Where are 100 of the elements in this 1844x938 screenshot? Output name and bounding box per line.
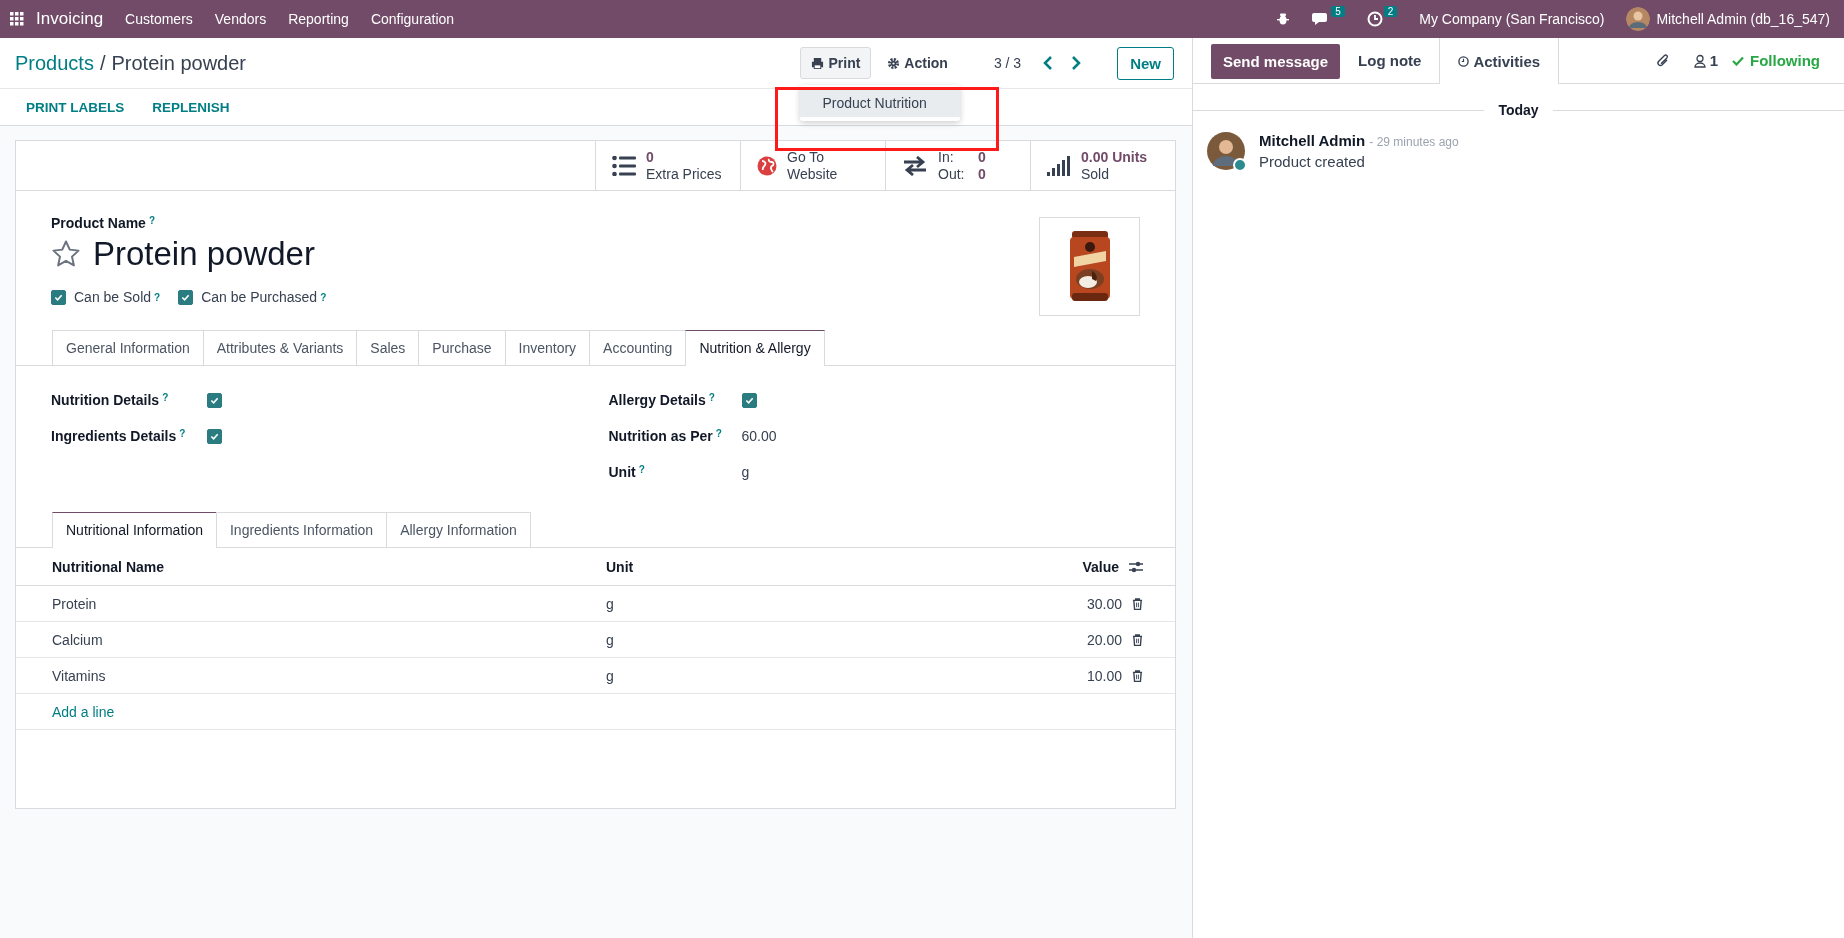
notebook-tab[interactable]: Allergy Information [386, 512, 531, 547]
chevron-left-icon[interactable] [1043, 56, 1054, 70]
trash-icon[interactable] [1132, 597, 1143, 610]
new-button[interactable]: New [1117, 46, 1174, 80]
smart-button[interactable]: Go To Website [740, 141, 885, 190]
chevron-right-icon[interactable] [1071, 56, 1082, 70]
menu-item[interactable]: Vendors [214, 11, 267, 27]
checkbox[interactable] [741, 392, 757, 408]
table-cell-text: g [606, 631, 615, 648]
list-icon [612, 155, 636, 176]
action-button[interactable]: Action [877, 48, 958, 78]
notebook-tab[interactable]: Nutrition & Allergy [685, 330, 825, 366]
checkbox-label: Can be Sold [74, 289, 152, 305]
message-author[interactable]: Mitchell Admin [1259, 132, 1366, 149]
stat-value: 0.00 Units [1081, 148, 1148, 166]
breadcrumb-current: Protein powder [111, 51, 247, 75]
check-icon [210, 395, 219, 405]
menu-item[interactable]: Customers [125, 11, 193, 27]
company-switcher[interactable]: My Company (San Francisco) [1419, 11, 1605, 27]
trash-icon[interactable] [1132, 669, 1143, 682]
table-cell-text: Protein [52, 595, 98, 612]
column-header[interactable]: Value [1082, 558, 1119, 575]
transfer-arrows-icon [902, 155, 928, 176]
stat-label: In: [938, 148, 955, 166]
product-name-field[interactable]: Protein powder [93, 235, 315, 273]
add-line-link[interactable]: Add a line [52, 703, 115, 720]
table-cell: 30.00 [1086, 595, 1122, 612]
apps-grid-icon[interactable] [10, 12, 24, 26]
count-badge: 2 [1383, 6, 1398, 17]
stat-label: Out: [938, 165, 966, 183]
table-cell: 20.00 [1086, 631, 1122, 648]
bug-icon[interactable] [1276, 12, 1291, 26]
breadcrumb-separator: / [99, 51, 106, 75]
signal-bars-icon [1047, 155, 1071, 176]
field-value[interactable]: 60.00 [741, 428, 777, 444]
checkbox[interactable] [178, 289, 194, 305]
print-button[interactable]: Print [800, 47, 872, 79]
check-icon [181, 292, 191, 302]
help-tooltip[interactable]: ? [148, 215, 156, 226]
message-text: Product created [1259, 153, 1366, 170]
user-icon[interactable] [1693, 53, 1706, 68]
stat-value: 0 [978, 148, 986, 166]
check-icon [744, 395, 754, 405]
field-label: Unit [608, 464, 636, 480]
field-label: Product Name [51, 215, 146, 231]
table-cell-text: Vitamins [52, 667, 107, 684]
pager-counter[interactable]: 3 / 3 [993, 55, 1022, 71]
notebook-tab[interactable]: Nutritional Information [52, 512, 217, 548]
avatar-icon [1207, 132, 1245, 170]
help-tooltip[interactable]: ? [162, 392, 169, 403]
trash-icon[interactable] [1132, 633, 1143, 646]
help-tooltip[interactable]: ? [638, 464, 645, 475]
user-menu[interactable]: Mitchell Admin (db_16_547) [1656, 11, 1830, 27]
checkbox[interactable] [207, 392, 222, 408]
checkbox[interactable] [51, 289, 66, 305]
field-label: Allergy Details [608, 392, 706, 408]
help-tooltip[interactable]: ? [708, 392, 715, 403]
table-cell: 10.00 [1086, 667, 1122, 684]
sliders-icon[interactable] [1129, 560, 1143, 573]
log-note-button[interactable]: Log note [1340, 38, 1440, 83]
breadcrumb-link[interactable]: Products [15, 51, 94, 75]
menu-item[interactable]: Reporting [288, 11, 349, 27]
column-header[interactable]: Unit [606, 558, 1083, 575]
star-icon[interactable] [51, 239, 81, 269]
action-link[interactable]: PRINT LABELS [14, 95, 137, 119]
help-tooltip[interactable]: ? [320, 291, 327, 303]
smart-button[interactable]: In: 0 Out: 0 [885, 141, 1030, 190]
column-header[interactable]: Nutritional Name [52, 558, 606, 575]
table-cell-text: Calcium [52, 631, 104, 648]
smart-button[interactable]: 0.00 Units Sold [1030, 141, 1175, 190]
stat-value: Go To [787, 148, 826, 166]
field-value[interactable]: g [741, 464, 750, 480]
gear-icon [887, 56, 901, 70]
clock-icon[interactable] [1366, 11, 1383, 27]
avatar-icon[interactable] [1626, 7, 1651, 31]
notebook-tab[interactable]: General Information [52, 330, 204, 365]
help-tooltip[interactable]: ? [154, 291, 161, 303]
smart-button[interactable]: 0 Extra Prices [595, 141, 740, 190]
app-title[interactable]: Invoicing [36, 9, 104, 29]
stat-label: Sold [1081, 165, 1111, 183]
field-label: Nutrition Details [51, 392, 160, 408]
help-tooltip[interactable]: ? [179, 428, 186, 439]
menu-item[interactable]: Configuration [370, 11, 455, 27]
field-label: Nutrition as Per [608, 428, 713, 444]
paperclip-icon[interactable] [1655, 52, 1670, 69]
stat-label: Extra Prices [646, 165, 722, 183]
table-cell-text: g [606, 595, 615, 612]
printer-icon [811, 56, 825, 70]
check-icon [210, 431, 219, 441]
checkbox[interactable] [207, 428, 222, 444]
follower-count[interactable]: 1 [1709, 52, 1718, 69]
activities-button[interactable]: Activities [1439, 38, 1560, 84]
globe-icon [757, 155, 777, 176]
clock-icon [1458, 55, 1470, 67]
table-cell-text: g [606, 667, 615, 684]
stat-label: Website [787, 165, 838, 183]
dropdown-item[interactable]: Product Nutrition [800, 89, 961, 117]
send-message-button[interactable]: Send message [1211, 44, 1341, 79]
action-link[interactable]: REPLENISH [140, 95, 242, 119]
help-tooltip[interactable]: ? [715, 428, 722, 439]
